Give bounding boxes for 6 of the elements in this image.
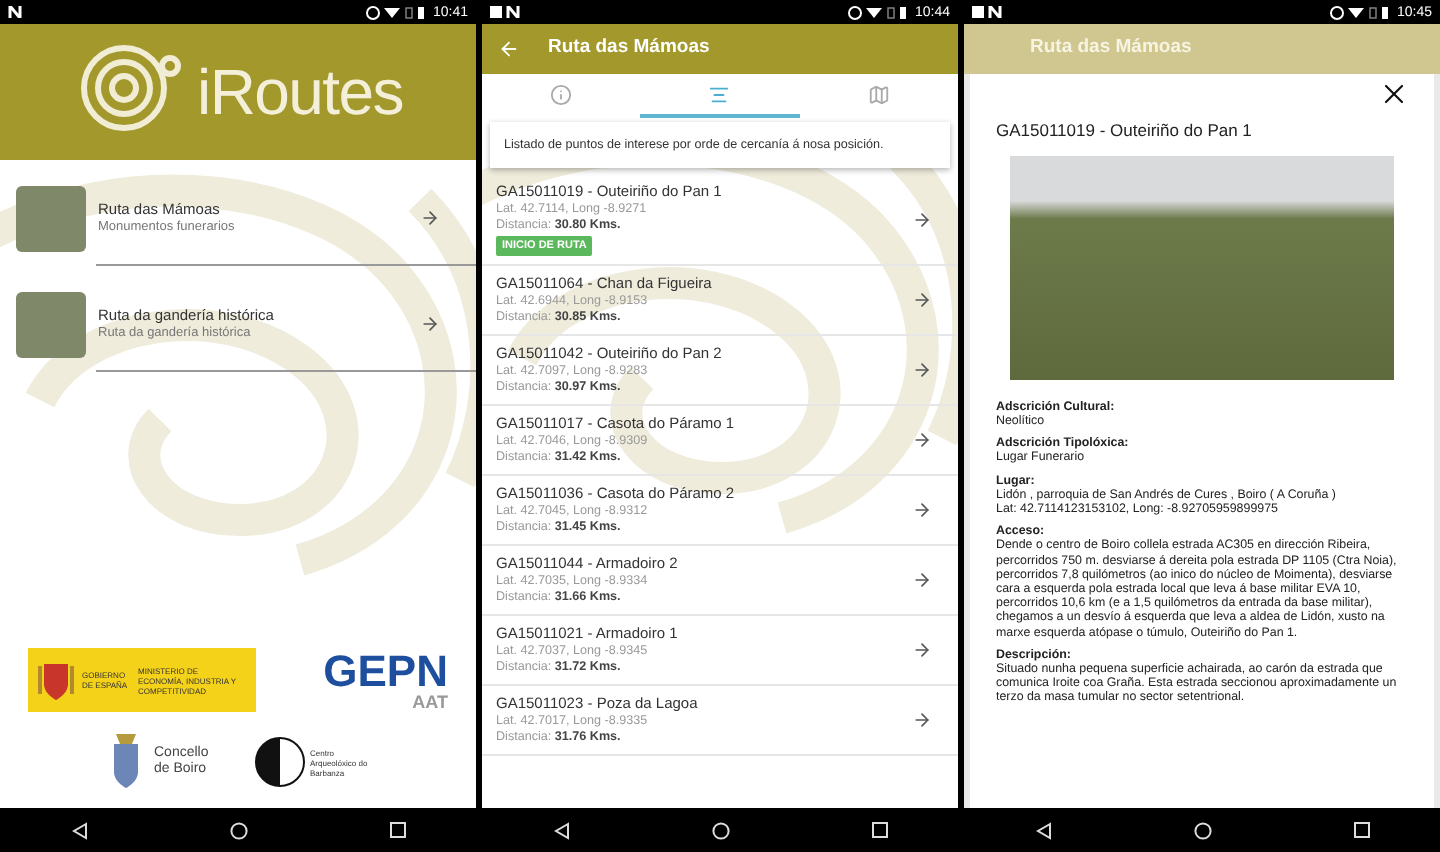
app-name: iRoutes <box>197 54 403 132</box>
gepn-logo: GEPN <box>323 649 448 693</box>
dialog-title: GA15011019 - Outeiriño do Pan 1 <box>994 118 1254 144</box>
gepn-subtitle: AAT <box>412 693 448 711</box>
screen-title: Ruta das Mámoas <box>1030 34 1192 63</box>
screen-title: Ruta das Mámoas <box>548 34 710 63</box>
